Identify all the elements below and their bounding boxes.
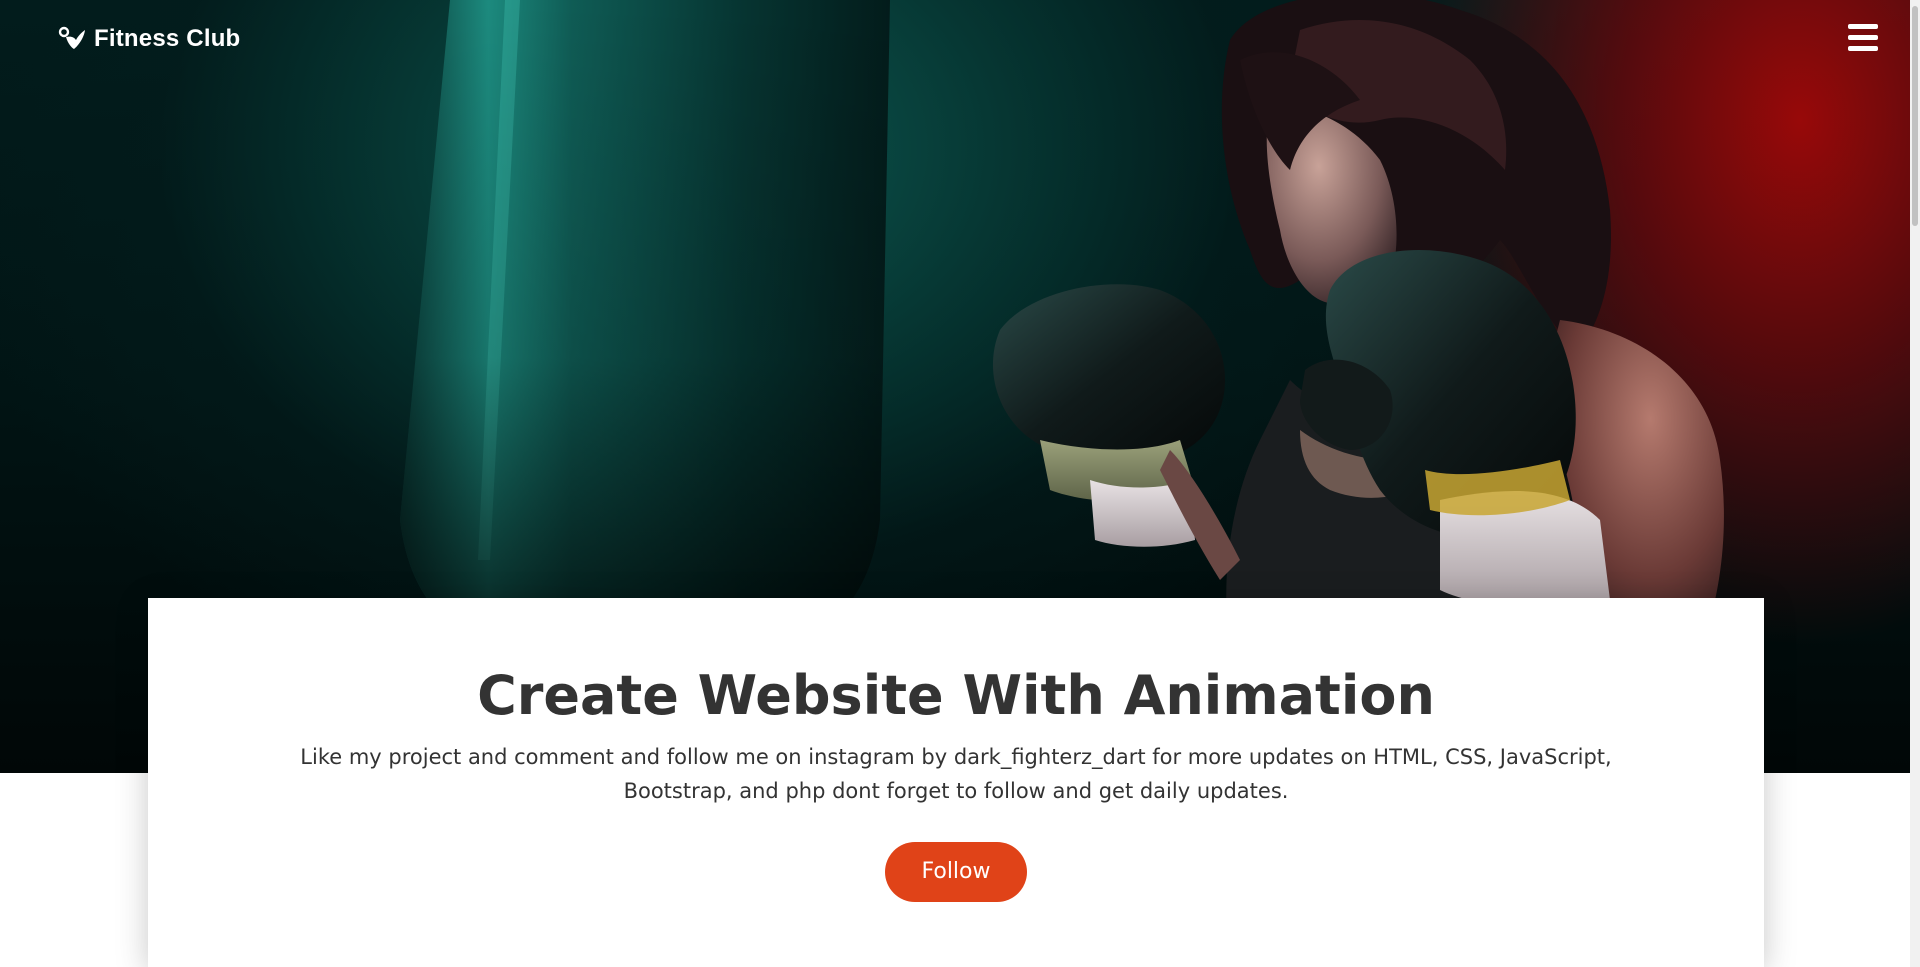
card-description: Like my project and comment and follow m… — [300, 745, 1612, 803]
hamburger-menu-icon[interactable] — [1848, 24, 1878, 52]
intro-card: Create Website With Animation Like my pr… — [148, 598, 1764, 967]
card-title: Create Website With Animation — [477, 664, 1435, 727]
navbar: Fitness Club — [0, 0, 1920, 80]
page-scrollbar[interactable] — [1910, 0, 1920, 967]
page: Fitness Club Create Website With Animati… — [0, 0, 1920, 967]
brand-link[interactable]: Fitness Club — [58, 24, 240, 54]
heart-leaf-logo-icon — [58, 26, 85, 49]
brand-name: Fitness Club — [94, 25, 241, 52]
follow-button[interactable]: Follow — [885, 842, 1027, 902]
scrollbar-thumb[interactable] — [1912, 6, 1918, 226]
